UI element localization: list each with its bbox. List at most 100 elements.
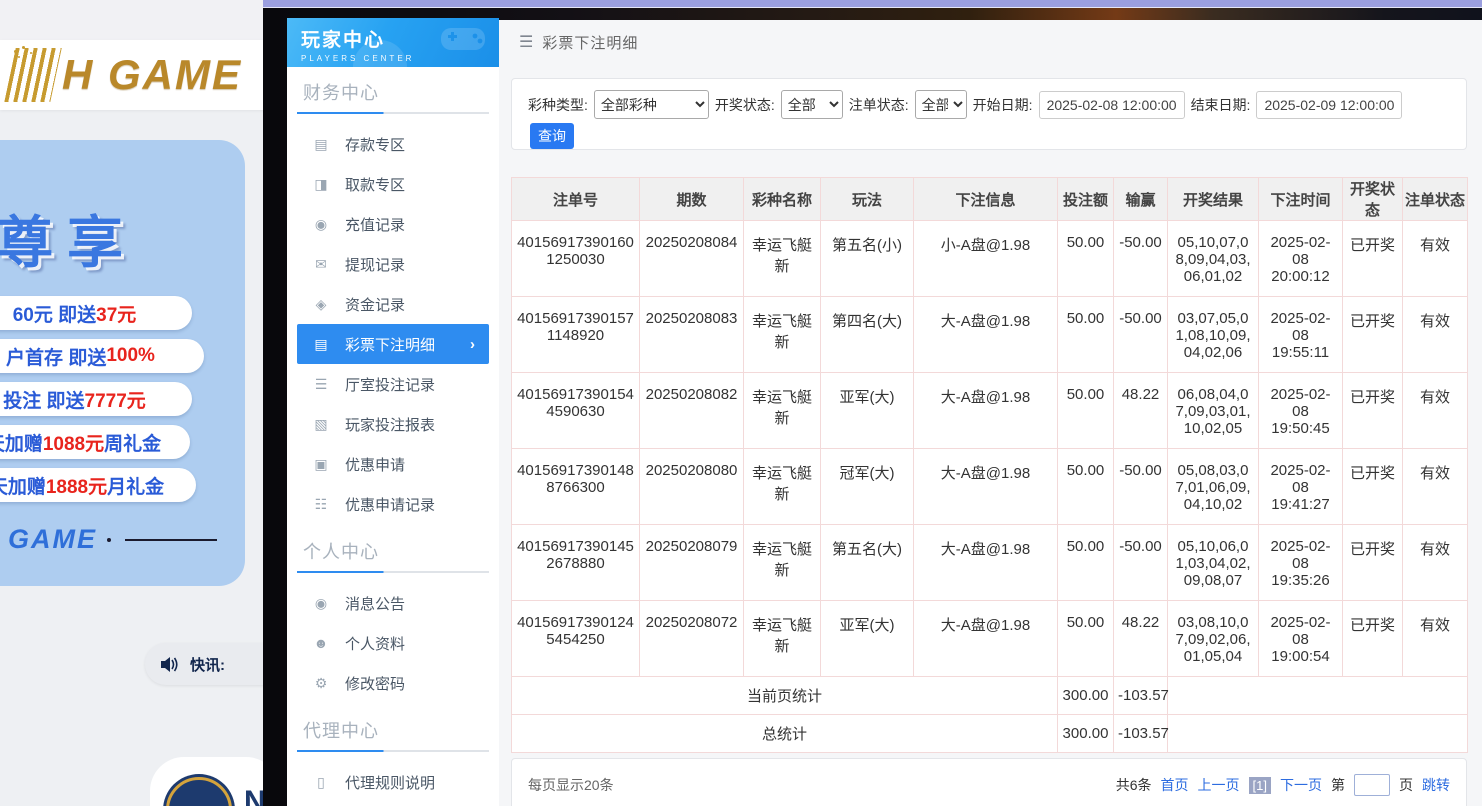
search-button[interactable]: 查询 <box>530 123 574 149</box>
column-header: 玩法 <box>821 178 914 221</box>
section-underline <box>297 750 489 752</box>
start-date-input[interactable] <box>1039 91 1185 119</box>
jump-suffix-label: 页 <box>1399 775 1413 795</box>
sidebar-item-label: 取款专区 <box>345 174 405 195</box>
table-cell: 幸运飞艇新 <box>744 525 821 601</box>
column-header: 开奖结果 <box>1168 178 1259 221</box>
promo-pill: 投注 即送7777元 <box>0 382 192 416</box>
table-cell: 已开奖 <box>1343 297 1403 373</box>
sidebar-item[interactable]: ◨取款专区 <box>287 164 499 204</box>
sidebar-item[interactable]: ◉消息公告 <box>287 583 499 623</box>
next-page-link[interactable]: 下一页 <box>1280 775 1322 795</box>
gamepad-icon <box>435 20 491 54</box>
table-row: 40156917390145267888020250208079幸运飞艇新第五名… <box>512 525 1468 601</box>
promo-pill-text: 1888元 <box>46 472 107 499</box>
table-cell: 有效 <box>1403 525 1468 601</box>
table-cell: 幸运飞艇新 <box>744 449 821 525</box>
table-row: 40156917390154459063020250208082幸运飞艇新亚军(… <box>512 373 1468 449</box>
order-status-select[interactable]: 全部 <box>915 90 967 119</box>
page-title: 彩票下注明细 <box>542 32 638 53</box>
column-header: 下注时间 <box>1259 178 1343 221</box>
sidebar-item[interactable]: ▦代理团队统计 <box>287 802 499 806</box>
table-cell: 大-A盘@1.98 <box>914 297 1058 373</box>
bets-header-row: 注单号期数彩种名称玩法下注信息投注额输赢开奖结果下注时间开奖状态注单状态 <box>512 178 1468 221</box>
background-top-strip <box>0 0 265 40</box>
sidebar-item[interactable]: ⚙修改密码 <box>287 663 499 703</box>
pagination-box: 每页显示20条 共6条 首页 上一页 [1] 下一页 第 页 跳转 <box>511 758 1467 806</box>
table-cell: 亚军(大) <box>821 373 914 449</box>
table-cell: 401569173901488766300 <box>512 449 640 525</box>
table-cell: 2025-02-08 19:41:27 <box>1259 449 1343 525</box>
sidebar-item[interactable]: ▧玩家投注报表 <box>287 404 499 444</box>
hamburger-icon[interactable]: ☰ <box>519 32 533 52</box>
sidebar-item-label: 充值记录 <box>345 214 405 235</box>
table-cell: 05,10,07,08,09,04,03,06,01,02 <box>1168 221 1259 297</box>
table-cell: 50.00 <box>1058 449 1114 525</box>
deposit-icon: ▤ <box>313 136 329 153</box>
sidebar-item[interactable]: ▣优惠申请 <box>287 444 499 484</box>
sidebar-item-label: 玩家投注报表 <box>345 414 435 435</box>
promo-pill-text: 60元 即送 <box>13 300 96 327</box>
news-ticker: 快讯: <box>145 643 275 685</box>
lottery-type-select[interactable]: 全部彩种 <box>594 90 709 119</box>
sidebar-item[interactable]: ☻个人资料 <box>287 623 499 663</box>
table-cell: 03,07,05,01,08,10,09,04,02,06 <box>1168 297 1259 373</box>
promo-pill-text: 1088元 <box>43 429 104 456</box>
table-row: 40156917390124545425020250208072幸运飞艇新亚军(… <box>512 601 1468 677</box>
sidebar-item[interactable]: ▤彩票下注明细› <box>297 324 489 364</box>
end-date-input[interactable] <box>1256 91 1402 119</box>
table-cell: 有效 <box>1403 297 1468 373</box>
bets-tbody: 40156917390160125003020250208084幸运飞艇新第五名… <box>512 221 1468 753</box>
table-cell: 20250208084 <box>640 221 744 297</box>
sidebar-item[interactable]: ◉充值记录 <box>287 204 499 244</box>
filter-box: 彩种类型: 全部彩种 开奖状态: 全部 注单状态: 全部 开始日期: 结束日期:… <box>511 78 1467 150</box>
section-underline <box>297 571 489 573</box>
table-cell: 20250208072 <box>640 601 744 677</box>
sidebar-item-label: 消息公告 <box>345 593 405 614</box>
first-page-link[interactable]: 首页 <box>1161 775 1189 795</box>
sidebar-item[interactable]: ☰厅室投注记录 <box>287 364 499 404</box>
sidebar-item[interactable]: ▯代理规则说明 <box>287 762 499 802</box>
column-header: 开奖状态 <box>1343 178 1403 221</box>
table-cell: 大-A盘@1.98 <box>914 601 1058 677</box>
table-cell: 大-A盘@1.98 <box>914 525 1058 601</box>
sidebar-item[interactable]: ✉提现记录 <box>287 244 499 284</box>
section-underline <box>297 112 489 114</box>
section-title: 财务中心 <box>303 79 483 105</box>
prev-page-link[interactable]: 上一页 <box>1198 775 1240 795</box>
column-header: 下注信息 <box>914 178 1058 221</box>
jump-action-link[interactable]: 跳转 <box>1422 775 1450 795</box>
table-cell: 有效 <box>1403 221 1468 297</box>
column-header: 期数 <box>640 178 744 221</box>
table-cell: 401569173901571148920 <box>512 297 640 373</box>
sidebar: 玩家中心 PLAYERS CENTER 财务中心▤存款专区◨取款专区◉充值记录✉… <box>287 18 499 806</box>
sidebar-item-label: 资金记录 <box>345 294 405 315</box>
current-page-indicator: [1] <box>1249 777 1271 794</box>
draw-status-select[interactable]: 全部 <box>781 90 843 119</box>
table-row: 40156917390160125003020250208084幸运飞艇新第五名… <box>512 221 1468 297</box>
table-cell: 幸运飞艇新 <box>744 297 821 373</box>
sidebar-item[interactable]: ▤存款专区 <box>287 124 499 164</box>
column-header: 注单状态 <box>1403 178 1468 221</box>
table-cell: 有效 <box>1403 373 1468 449</box>
table-cell: -50.00 <box>1114 449 1168 525</box>
order-status-label: 注单状态: <box>849 95 909 115</box>
table-cell: 2025-02-08 20:00:12 <box>1259 221 1343 297</box>
table-cell: 48.22 <box>1114 601 1168 677</box>
table-cell: 第五名(小) <box>821 221 914 297</box>
table-cell: 48.22 <box>1114 373 1168 449</box>
table-cell: -50.00 <box>1114 297 1168 373</box>
table-cell: 2025-02-08 19:50:45 <box>1259 373 1343 449</box>
table-cell: 有效 <box>1403 449 1468 525</box>
promo-pill: 60元 即送37元 <box>0 296 192 330</box>
sidebar-item[interactable]: ☷优惠申请记录 <box>287 484 499 524</box>
table-cell: 06,08,04,07,09,03,01,10,02,05 <box>1168 373 1259 449</box>
promo-pill-text: 37元 <box>96 300 136 327</box>
sidebar-item-label: 优惠申请记录 <box>345 494 435 515</box>
summary-winloss: -103.57 <box>1114 715 1168 753</box>
sidebar-item[interactable]: ◈资金记录 <box>287 284 499 324</box>
pager: 共6条 首页 上一页 [1] 下一页 第 页 跳转 <box>1116 774 1450 796</box>
table-cell: 已开奖 <box>1343 525 1403 601</box>
logo-dot <box>14 50 17 53</box>
jump-page-input[interactable] <box>1354 774 1390 796</box>
